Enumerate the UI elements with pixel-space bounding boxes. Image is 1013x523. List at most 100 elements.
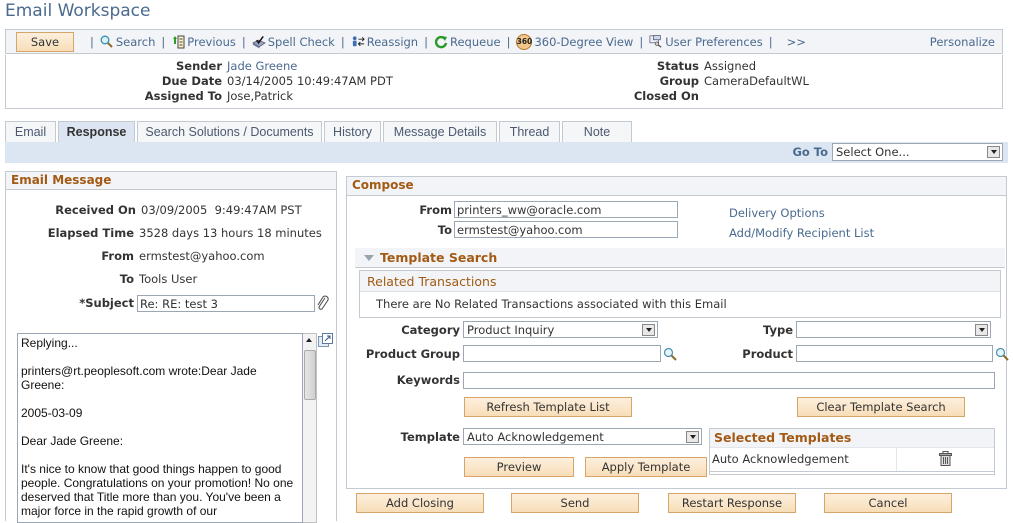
tab-bar: Go To Select One... bbox=[5, 142, 1008, 163]
toolbar-separator: | bbox=[506, 34, 511, 49]
requeue-link[interactable]: Requeue bbox=[434, 35, 501, 49]
tab-response[interactable]: Response bbox=[58, 121, 135, 142]
chevron-down-icon[interactable] bbox=[975, 323, 988, 336]
search-link[interactable]: Search bbox=[100, 35, 155, 49]
apply-template-button[interactable]: Apply Template bbox=[585, 457, 707, 477]
spell-check-link[interactable]: Spell Check bbox=[251, 34, 335, 49]
tab-email[interactable]: Email bbox=[5, 121, 56, 142]
recipient-list-link[interactable]: Add/Modify Recipient List bbox=[729, 226, 874, 240]
preview-button[interactable]: Preview bbox=[464, 457, 574, 477]
group-field: Group CameraDefaultWL bbox=[6, 74, 809, 89]
360-degree-view-link[interactable]: 360 360-Degree View bbox=[516, 33, 633, 50]
email-from-label: From bbox=[101, 249, 134, 263]
requeue-icon bbox=[434, 35, 448, 49]
selected-template-name: Auto Acknowledgement bbox=[710, 448, 897, 471]
refresh-template-list-button[interactable]: Refresh Template List bbox=[464, 397, 632, 417]
user-preferences-label: User Preferences bbox=[665, 34, 763, 49]
add-closing-button[interactable]: Add Closing bbox=[356, 493, 484, 513]
template-search-title: Template Search bbox=[380, 250, 498, 265]
user-preferences-link[interactable]: User Preferences bbox=[649, 35, 763, 49]
category-label: Category bbox=[401, 323, 460, 337]
cancel-button[interactable]: Cancel bbox=[824, 493, 952, 513]
compose-to-label: To bbox=[437, 223, 452, 237]
email-from-field: From ermstest@yahoo.com bbox=[0, 249, 264, 264]
type-label: Type bbox=[762, 323, 793, 337]
related-transactions-box: Related Transactions There are No Relate… bbox=[359, 270, 1001, 318]
toolbar-separator: | bbox=[768, 34, 773, 49]
delete-template-button[interactable] bbox=[897, 448, 994, 471]
chevron-down-icon[interactable] bbox=[642, 323, 655, 336]
scroll-thumb[interactable] bbox=[304, 350, 316, 400]
email-body-textarea[interactable]: Replying... printers@rt.peoplesoft.com w… bbox=[17, 333, 303, 523]
reassign-icon bbox=[351, 35, 365, 49]
product-group-label: Product Group bbox=[365, 347, 460, 361]
chevron-down-icon[interactable] bbox=[987, 146, 1000, 158]
goto-label: Go To bbox=[792, 145, 828, 159]
closed-on-label: Closed On bbox=[633, 89, 699, 103]
email-to-value: Tools User bbox=[139, 272, 198, 286]
received-on-label: Received On bbox=[55, 203, 136, 217]
subject-input[interactable]: Re: RE: test 3 bbox=[137, 295, 315, 312]
restart-response-button[interactable]: Restart Response bbox=[668, 493, 796, 513]
product-label: Product bbox=[742, 347, 793, 361]
product-group-lookup-icon[interactable] bbox=[663, 347, 677, 364]
save-button[interactable]: Save bbox=[16, 31, 74, 52]
toolbar-separator: | bbox=[241, 34, 246, 49]
expand-window-icon[interactable] bbox=[318, 333, 333, 350]
previous-link[interactable]: Previous bbox=[171, 35, 236, 49]
attachment-icon[interactable] bbox=[316, 295, 330, 315]
template-value: Auto Acknowledgement bbox=[467, 429, 604, 444]
status-label: Status bbox=[656, 59, 699, 73]
tab-thread[interactable]: Thread bbox=[499, 121, 560, 142]
email-to-field: To Tools User bbox=[0, 272, 197, 287]
template-label: Template bbox=[400, 430, 460, 444]
spell-check-label: Spell Check bbox=[267, 34, 335, 49]
compose-title: Compose bbox=[347, 177, 1006, 196]
template-search-header[interactable]: Template Search bbox=[355, 248, 1005, 268]
clear-template-search-button[interactable]: Clear Template Search bbox=[797, 397, 965, 417]
product-group-input[interactable] bbox=[463, 345, 661, 362]
toolbar-separator: | bbox=[90, 34, 94, 49]
reassign-link[interactable]: Reassign bbox=[351, 35, 418, 49]
previous-label: Previous bbox=[187, 34, 236, 49]
tab-message-details[interactable]: Message Details bbox=[383, 121, 497, 142]
360-badge-text: 360 bbox=[516, 37, 533, 46]
send-button[interactable]: Send bbox=[511, 493, 639, 513]
closed-on-field: Closed On bbox=[6, 89, 704, 104]
chevron-down-icon[interactable] bbox=[686, 430, 699, 443]
tab-history[interactable]: History bbox=[324, 121, 381, 142]
compose-from-label: From bbox=[419, 203, 452, 217]
tab-search-solutions[interactable]: Search Solutions / Documents bbox=[137, 121, 322, 142]
trash-icon[interactable] bbox=[939, 450, 952, 469]
email-message-title: Email Message bbox=[6, 172, 336, 190]
goto-select-value: Select One... bbox=[836, 145, 910, 159]
keywords-input[interactable] bbox=[463, 372, 995, 389]
product-lookup-icon[interactable] bbox=[995, 347, 1009, 364]
collapse-triangle-icon[interactable] bbox=[364, 254, 374, 261]
delivery-options-link[interactable]: Delivery Options bbox=[729, 206, 825, 220]
spell-check-icon bbox=[251, 35, 266, 49]
template-select[interactable]: Auto Acknowledgement bbox=[463, 428, 702, 445]
elapsed-time-field: Elapsed Time 3528 days 13 hours 18 minut… bbox=[0, 226, 322, 241]
compose-to-input[interactable]: ermstest@yahoo.com bbox=[454, 221, 678, 238]
email-body-scrollbar[interactable] bbox=[303, 333, 317, 523]
related-transactions-message: There are No Related Transactions associ… bbox=[376, 297, 727, 311]
category-select[interactable]: Product Inquiry bbox=[463, 321, 658, 338]
scroll-up-icon[interactable] bbox=[306, 338, 312, 342]
subject-label: *Subject bbox=[79, 296, 134, 310]
elapsed-time-label: Elapsed Time bbox=[47, 226, 134, 240]
product-input[interactable] bbox=[796, 345, 993, 362]
group-value: CameraDefaultWL bbox=[704, 74, 809, 88]
goto-select[interactable]: Select One... bbox=[832, 143, 1003, 161]
personalize-link[interactable]: Personalize bbox=[930, 35, 995, 49]
elapsed-time-value: 3528 days 13 hours 18 minutes bbox=[139, 226, 322, 240]
toolbar-separator: | bbox=[161, 34, 166, 49]
toolbar: Save | Search | Previous | Spell Check |… bbox=[5, 29, 1003, 54]
compose-from-input[interactable]: printers_ww@oracle.com bbox=[454, 201, 678, 218]
reassign-label: Reassign bbox=[366, 34, 419, 49]
selected-templates-grid: Selected Templates Auto Acknowledgement bbox=[709, 428, 995, 475]
more-toolbar-link[interactable]: >> bbox=[787, 35, 806, 49]
tab-note[interactable]: Note bbox=[562, 121, 632, 142]
previous-icon bbox=[171, 35, 185, 49]
type-select[interactable] bbox=[796, 321, 991, 338]
